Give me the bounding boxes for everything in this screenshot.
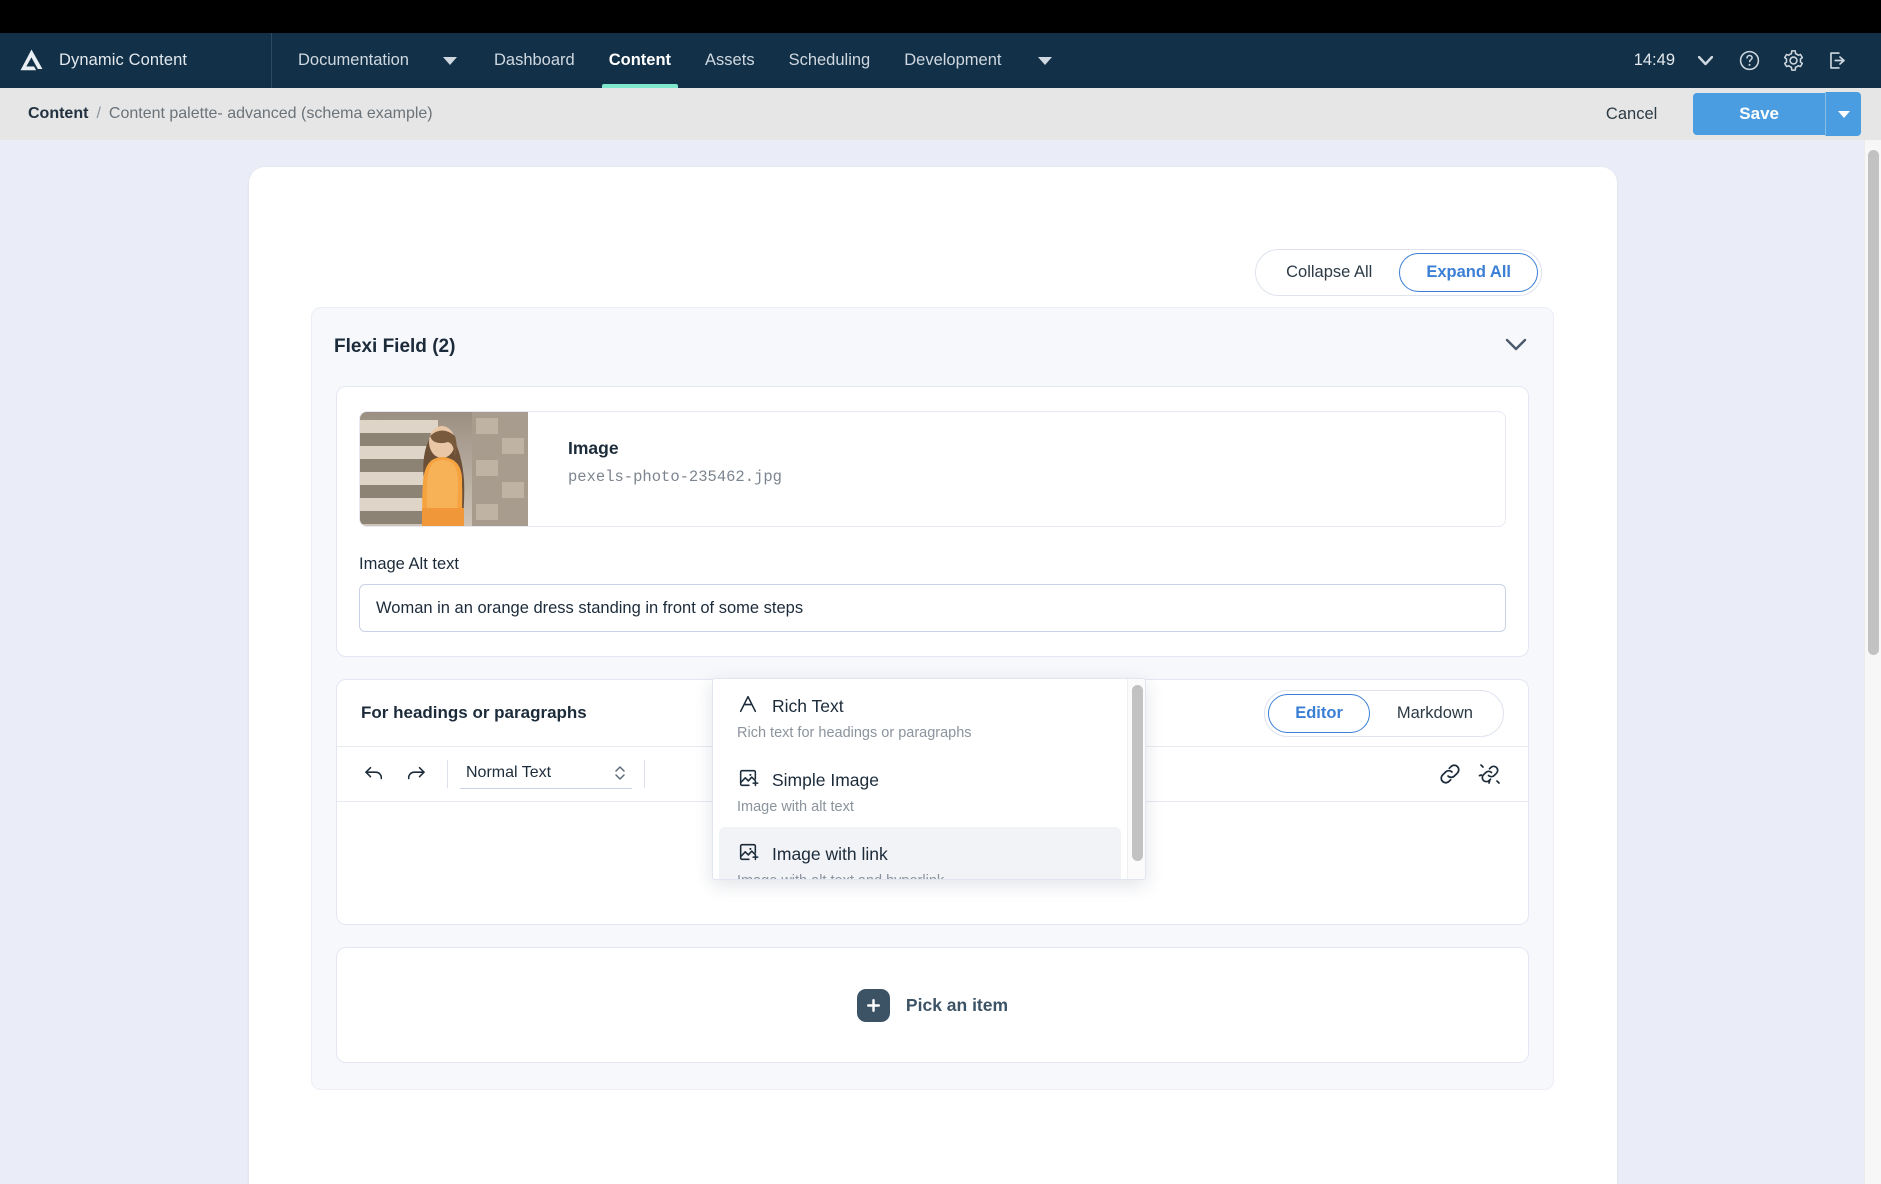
alt-text-label: Image Alt text xyxy=(359,555,459,573)
help-icon[interactable] xyxy=(1727,39,1771,83)
plus-icon xyxy=(856,988,890,1022)
pick-an-item-label: Pick an item xyxy=(905,994,1009,1015)
unlink-icon[interactable] xyxy=(1470,754,1510,794)
breadcrumb-bar: Content / Content palette- advanced (sch… xyxy=(0,88,1881,140)
nav-items: Documentation Dashboard Content Assets S… xyxy=(272,33,1072,88)
redo-icon[interactable] xyxy=(395,754,435,794)
nav-item-development[interactable]: Development xyxy=(887,33,1018,88)
pick-an-item-button[interactable]: Pick an item xyxy=(856,988,1009,1022)
expand-all-button[interactable]: Expand All xyxy=(1399,253,1538,292)
nav-item-content[interactable]: Content xyxy=(592,33,688,88)
dropdown-item-image-with-link-description: Image with alt text and hyperlink xyxy=(737,873,1103,879)
expand-collapse-pill-group: Collapse All Expand All xyxy=(1255,249,1542,296)
select-stepper-icon xyxy=(615,766,625,780)
content-sheet: Collapse All Expand All Flexi Field (2) xyxy=(249,167,1617,1184)
nav-item-documentation[interactable]: Documentation xyxy=(272,33,423,88)
dropdown-scrollbar-track[interactable] xyxy=(1127,679,1145,879)
undo-icon[interactable] xyxy=(355,754,395,794)
asset-meta: Image pexels-photo-235462.jpg xyxy=(528,412,782,526)
text-style-select-value: Normal Text xyxy=(466,764,552,781)
save-chevron-down-icon xyxy=(1837,110,1850,118)
image-add-icon xyxy=(737,767,759,794)
save-options-button[interactable] xyxy=(1825,92,1861,136)
chevron-down-icon[interactable] xyxy=(1505,338,1527,357)
nav-right-group: 14:49 xyxy=(1626,33,1881,88)
breadcrumb-separator: / xyxy=(96,105,101,122)
editor-mode-pill-group: Editor Markdown xyxy=(1264,689,1504,737)
nav-item-scheduling-label: Scheduling xyxy=(788,51,871,69)
nav-item-development-label: Development xyxy=(904,51,1002,69)
top-navigation-bar: Dynamic Content Documentation Dashboard … xyxy=(0,33,1881,88)
nav-item-assets[interactable]: Assets xyxy=(688,33,772,88)
asset-thumbnail xyxy=(360,412,528,526)
toolbar-divider-2 xyxy=(644,760,645,788)
nav-item-documentation-label: Documentation xyxy=(298,51,409,69)
rich-text-heading: For headings or paragraphs xyxy=(361,703,587,722)
breadcrumb-current-item: Content palette- advanced (schema exampl… xyxy=(108,105,433,122)
breadcrumb-actions: Cancel Save xyxy=(1584,92,1861,136)
flexi-field-panel-header[interactable]: Flexi Field (2) xyxy=(312,308,1553,386)
amplience-logo-icon xyxy=(18,47,45,74)
dropdown-item-simple-image-label: Simple Image xyxy=(772,770,879,790)
content-stage: Collapse All Expand All Flexi Field (2) xyxy=(0,140,1881,1184)
markdown-mode-button[interactable]: Markdown xyxy=(1370,694,1500,733)
page-scrollbar-thumb[interactable] xyxy=(1868,150,1879,655)
dropdown-item-image-with-link-label: Image with link xyxy=(772,844,888,864)
rich-text-icon xyxy=(737,693,759,720)
nav-more-chevron-down-icon[interactable] xyxy=(1038,56,1053,65)
asset-row[interactable]: Image pexels-photo-235462.jpg xyxy=(359,411,1506,527)
nav-item-dashboard[interactable]: Dashboard xyxy=(477,33,592,88)
page-scrollbar-track[interactable] xyxy=(1864,140,1881,1184)
dropdown-item-simple-image-description: Image with alt text xyxy=(737,799,854,815)
alt-text-input[interactable] xyxy=(359,584,1506,632)
dropdown-item-rich-text[interactable]: Rich Text Rich text for headings or para… xyxy=(719,679,1121,753)
link-icon[interactable] xyxy=(1430,754,1470,794)
clock-chevron-down-icon[interactable] xyxy=(1683,39,1727,83)
asset-filename: pexels-photo-235462.jpg xyxy=(568,468,782,486)
save-button[interactable]: Save xyxy=(1693,93,1825,135)
collapse-all-button[interactable]: Collapse All xyxy=(1259,253,1399,292)
toolbar-divider xyxy=(447,760,448,788)
os-title-strip xyxy=(0,0,1881,33)
documentation-chevron-down-icon[interactable] xyxy=(442,56,457,65)
clock-label: 14:49 xyxy=(1633,51,1675,69)
nav-item-scheduling[interactable]: Scheduling xyxy=(772,33,888,88)
dropdown-item-rich-text-description: Rich text for headings or paragraphs xyxy=(737,725,972,741)
dropdown-item-image-with-link[interactable]: Image with link Image with alt text and … xyxy=(719,827,1121,879)
nav-item-content-label: Content xyxy=(608,51,672,69)
image-add-icon xyxy=(737,841,759,868)
logout-icon[interactable] xyxy=(1815,39,1859,83)
expand-collapse-toggle: Collapse All Expand All xyxy=(1255,249,1542,296)
asset-title: Image xyxy=(568,438,619,458)
breadcrumb-root-link[interactable]: Content xyxy=(28,105,88,123)
editor-mode-button[interactable]: Editor xyxy=(1268,693,1370,733)
dropdown-scrollbar-thumb[interactable] xyxy=(1132,685,1143,861)
dropdown-item-simple-image[interactable]: Simple Image Image with alt text xyxy=(719,753,1121,827)
pick-item-card: Pick an item xyxy=(336,947,1529,1063)
editor-mode-toggle: Editor Markdown xyxy=(1264,689,1504,737)
item-type-dropdown-list: Rich Text Rich text for headings or para… xyxy=(713,679,1127,879)
item-type-dropdown: Rich Text Rich text for headings or para… xyxy=(712,678,1146,880)
nav-item-assets-label: Assets xyxy=(705,51,755,69)
simple-image-card: Image pexels-photo-235462.jpg Image Alt … xyxy=(336,386,1529,657)
brand-label: Dynamic Content xyxy=(59,51,188,69)
nav-item-dashboard-label: Dashboard xyxy=(493,51,575,69)
brand-area[interactable]: Dynamic Content xyxy=(0,33,272,88)
cancel-button[interactable]: Cancel xyxy=(1584,95,1679,134)
page-title: Flexi Field (2) xyxy=(334,336,456,357)
app-screen: Dynamic Content Documentation Dashboard … xyxy=(0,0,1881,1184)
text-style-select[interactable]: Normal Text xyxy=(460,759,632,789)
dropdown-item-rich-text-label: Rich Text xyxy=(772,696,844,716)
gear-icon[interactable] xyxy=(1771,39,1815,83)
